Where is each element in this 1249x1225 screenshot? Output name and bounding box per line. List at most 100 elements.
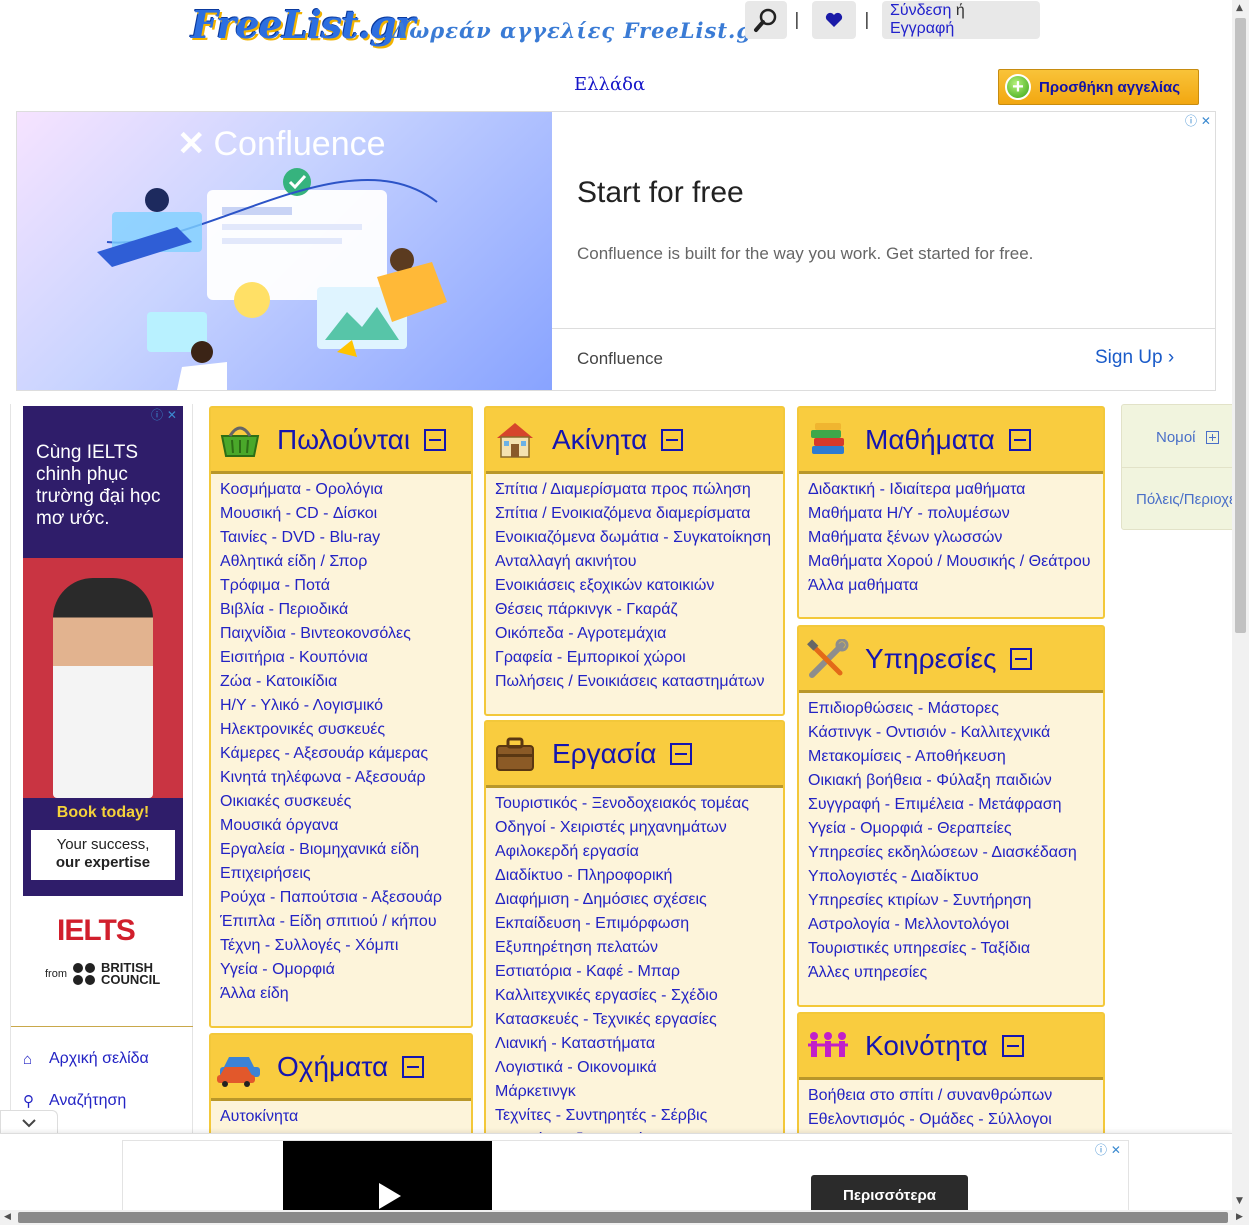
category-link[interactable]: Ζώα - Κατοικίδια <box>220 670 471 694</box>
category-link[interactable]: Υπηρεσίες εκδηλώσεων - Διασκέδαση <box>808 841 1103 865</box>
category-link[interactable]: Αθλητικά είδη / Σπορ <box>220 550 471 574</box>
ad-signup-link[interactable]: Sign Up › <box>1095 347 1174 369</box>
category-header[interactable]: Κοινότητα <box>799 1014 1103 1080</box>
category-link[interactable]: Οικιακή βοήθεια - Φύλαξη παιδιών <box>808 769 1103 793</box>
category-header[interactable]: Ακίνητα <box>486 408 783 474</box>
vertical-scrollbar[interactable]: ▲ ▼ <box>1232 0 1249 1210</box>
register-link[interactable]: Εγγραφή <box>890 20 954 37</box>
category-link[interactable]: Τρόφιμα - Ποτά <box>220 574 471 598</box>
category-link[interactable]: Τουριστικός - Ξενοδοχειακός τομέας <box>495 792 783 816</box>
category-link[interactable]: Μαθήματα Η/Υ - πολυμέσων <box>808 502 1103 526</box>
tab-prefectures[interactable]: Νομοί <box>1156 429 1219 446</box>
scrollbar-thumb[interactable] <box>18 1212 1228 1223</box>
tab-cities[interactable]: Πόλεις/Περιοχές <box>1136 491 1232 508</box>
nav-search-link[interactable]: ⚲ Αναζήτηση <box>23 1092 126 1110</box>
category-link[interactable]: Σπίτια / Ενοικιαζόμενα διαμερίσματα <box>495 502 783 526</box>
favorites-button[interactable] <box>812 1 856 39</box>
category-link[interactable]: Άλλες υπηρεσίες <box>808 961 1103 985</box>
add-listing-button[interactable]: + Προσθήκη αγγελίας <box>998 69 1199 105</box>
category-title[interactable]: Οχήματα <box>277 1051 388 1083</box>
category-link[interactable]: Εισιτήρια - Κουπόνια <box>220 646 471 670</box>
category-link[interactable]: Εξυπηρέτηση πελατών <box>495 936 783 960</box>
category-link[interactable]: Εργαλεία - Βιομηχανικά είδη <box>220 838 471 862</box>
category-link[interactable]: Υγεία - Ομορφιά - Θεραπείες <box>808 817 1103 841</box>
ad-choices-icon[interactable]: ⓘ ✕ <box>1095 1141 1121 1158</box>
category-link[interactable]: Έπιπλα - Είδη σπιτιού / κήπου <box>220 910 471 934</box>
category-link[interactable]: Μάρκετινγκ <box>495 1080 783 1104</box>
category-link[interactable]: Γραφεία - Εμπορικοί χώροι <box>495 646 783 670</box>
category-link[interactable]: Οικιακές συσκευές <box>220 790 471 814</box>
region-selector[interactable]: Ελλάδα <box>574 74 645 95</box>
category-link[interactable]: Επιδιορθώσεις - Μάστορες <box>808 697 1103 721</box>
category-title[interactable]: Κοινότητα <box>865 1030 988 1062</box>
ad-choices-icon[interactable]: ⓘ ✕ <box>1185 112 1211 129</box>
category-header[interactable]: Μαθήματα <box>799 408 1103 474</box>
category-link[interactable]: Διαφήμιση - Δημόσιες σχέσεις <box>495 888 783 912</box>
category-link[interactable]: Η/Υ - Υλικό - Λογισμικό <box>220 694 471 718</box>
category-link[interactable]: Παιχνίδια - Βιντεοκονσόλες <box>220 622 471 646</box>
scroll-right-arrow-icon[interactable]: ▶ <box>1236 1212 1243 1222</box>
horizontal-scrollbar[interactable]: ◀ ▶ <box>0 1210 1249 1225</box>
nav-home-link[interactable]: ⌂ Αρχική σελίδα <box>23 1050 149 1068</box>
ad-choices-icon[interactable]: ⓘ ✕ <box>151 406 177 423</box>
category-link[interactable]: Θέσεις πάρκινγκ - Γκαράζ <box>495 598 783 622</box>
category-link[interactable]: Υπηρεσίες κτιρίων - Συντήρηση <box>808 889 1103 913</box>
category-link[interactable]: Κάστινγκ - Οντισιόν - Καλλιτεχνικά <box>808 721 1103 745</box>
category-link[interactable]: Λογιστικά - Οικονομικά <box>495 1056 783 1080</box>
category-link[interactable]: Αυτοκίνητα <box>220 1105 471 1129</box>
category-link[interactable]: Κατασκευές - Τεχνικές εργασίες <box>495 1008 783 1032</box>
category-link[interactable]: Κοσμήματα - Ορολόγια <box>220 478 471 502</box>
category-header[interactable]: Υπηρεσίες <box>799 627 1103 693</box>
category-link[interactable]: Τέχνη - Συλλογές - Χόμπι <box>220 934 471 958</box>
category-link[interactable]: Καλλιτεχνικές εργασίες - Σχέδιο <box>495 984 783 1008</box>
category-link[interactable]: Υπολογιστές - Διαδίκτυο <box>808 865 1103 889</box>
more-button[interactable]: Περισσότερα <box>811 1175 968 1211</box>
category-link[interactable]: Άλλα μαθήματα <box>808 574 1103 598</box>
category-link[interactable]: Μουσική - CD - Δίσκοι <box>220 502 471 526</box>
category-link[interactable]: Ηλεκτρονικές συσκευές <box>220 718 471 742</box>
category-title[interactable]: Υπηρεσίες <box>865 643 996 675</box>
scroll-down-arrow-icon[interactable]: ▼ <box>1236 1196 1243 1206</box>
category-title[interactable]: Μαθήματα <box>865 424 995 456</box>
ad-video[interactable] <box>283 1141 492 1211</box>
collapse-icon[interactable] <box>1008 428 1031 451</box>
login-link[interactable]: Σύνδεση <box>890 2 951 19</box>
category-link[interactable]: Βοήθεια στο σπίτι / συνανθρώπων <box>808 1084 1103 1108</box>
category-title[interactable]: Πωλούνται <box>277 424 410 456</box>
category-link[interactable]: Μετακομίσεις - Αποθήκευση <box>808 745 1103 769</box>
category-title[interactable]: Εργασία <box>552 738 656 770</box>
search-button[interactable] <box>745 1 787 39</box>
category-link[interactable]: Διαδίκτυο - Πληροφορική <box>495 864 783 888</box>
collapse-icon[interactable] <box>661 428 684 451</box>
category-link[interactable]: Κάμερες - Αξεσουάρ κάμερας <box>220 742 471 766</box>
category-link[interactable]: Εθελοντισμός - Ομάδες - Σύλλογοι <box>808 1108 1103 1132</box>
expand-icon[interactable] <box>1205 431 1219 444</box>
scroll-left-arrow-icon[interactable]: ◀ <box>4 1212 11 1222</box>
scrollbar-thumb[interactable] <box>1235 18 1246 633</box>
category-link[interactable]: Οικόπεδα - Αγροτεμάχια <box>495 622 783 646</box>
category-link[interactable]: Ενοικιάσεις εξοχικών κατοικιών <box>495 574 783 598</box>
category-header[interactable]: Οχήματα <box>211 1035 471 1101</box>
category-link[interactable]: Σπίτια / Διαμερίσματα προς πώληση <box>495 478 783 502</box>
ielts-ad[interactable]: Cùng IELTS chinh phục trường đại học mơ … <box>23 406 183 896</box>
play-icon[interactable] <box>379 1183 401 1209</box>
top-ad-banner[interactable]: ✕ Confluence ⓘ ✕ Start for free Confluen… <box>16 111 1216 391</box>
category-link[interactable]: Ρούχα - Παπούτσια - Αξεσουάρ <box>220 886 471 910</box>
category-header[interactable]: Εργασία <box>486 722 783 788</box>
category-link[interactable]: Ενοικιαζόμενα δωμάτια - Συγκατοίκηση <box>495 526 783 550</box>
category-link[interactable]: Εστιατόρια - Καφέ - Μπαρ <box>495 960 783 984</box>
site-logo[interactable]: FreeList.gr <box>191 2 416 64</box>
category-link[interactable]: Λιανική - Καταστήματα <box>495 1032 783 1056</box>
category-header[interactable]: Πωλούνται <box>211 408 471 474</box>
collapse-icon[interactable] <box>670 742 693 765</box>
category-link[interactable]: Άλλα είδη <box>220 982 471 1006</box>
scroll-up-arrow-icon[interactable]: ▲ <box>1236 3 1243 13</box>
category-link[interactable]: Αφιλοκερδή εργασία <box>495 840 783 864</box>
category-link[interactable]: Εκπαίδευση - Επιμόρφωση <box>495 912 783 936</box>
category-link[interactable]: Κινητά τηλέφωνα - Αξεσουάρ <box>220 766 471 790</box>
category-link[interactable]: Επιχειρήσεις <box>220 862 471 886</box>
category-link[interactable]: Μουσικά όργανα <box>220 814 471 838</box>
category-link[interactable]: Πωλήσεις / Ενοικιάσεις καταστημάτων <box>495 670 783 694</box>
category-link[interactable]: Υγεία - Ομορφιά <box>220 958 471 982</box>
category-link[interactable]: Τεχνίτες - Συντηρητές - Σέρβις <box>495 1104 783 1128</box>
